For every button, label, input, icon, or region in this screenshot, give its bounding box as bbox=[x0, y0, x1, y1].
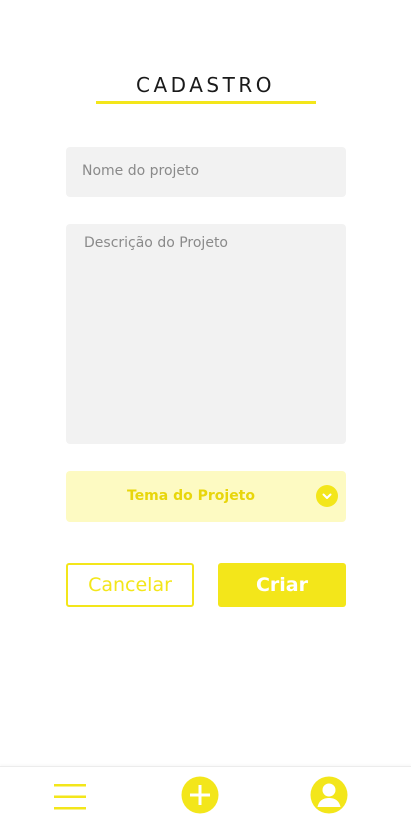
chevron-down-icon bbox=[316, 485, 338, 507]
project-theme-select[interactable]: Tema do Projeto bbox=[66, 471, 346, 522]
profile-icon[interactable] bbox=[310, 776, 348, 814]
project-theme-label: Tema do Projeto bbox=[127, 488, 255, 504]
cancel-button[interactable]: Cancelar bbox=[66, 563, 194, 607]
project-name-input[interactable]: Nome do projeto bbox=[66, 147, 346, 197]
title-underline bbox=[96, 101, 316, 104]
bottom-navigation bbox=[0, 766, 411, 823]
create-button[interactable]: Criar bbox=[218, 563, 346, 607]
menu-icon[interactable] bbox=[54, 783, 86, 811]
project-description-textarea[interactable]: Descrição do Projeto bbox=[66, 224, 346, 444]
add-icon[interactable] bbox=[181, 776, 219, 814]
page-title: CADASTRO bbox=[136, 73, 275, 97]
